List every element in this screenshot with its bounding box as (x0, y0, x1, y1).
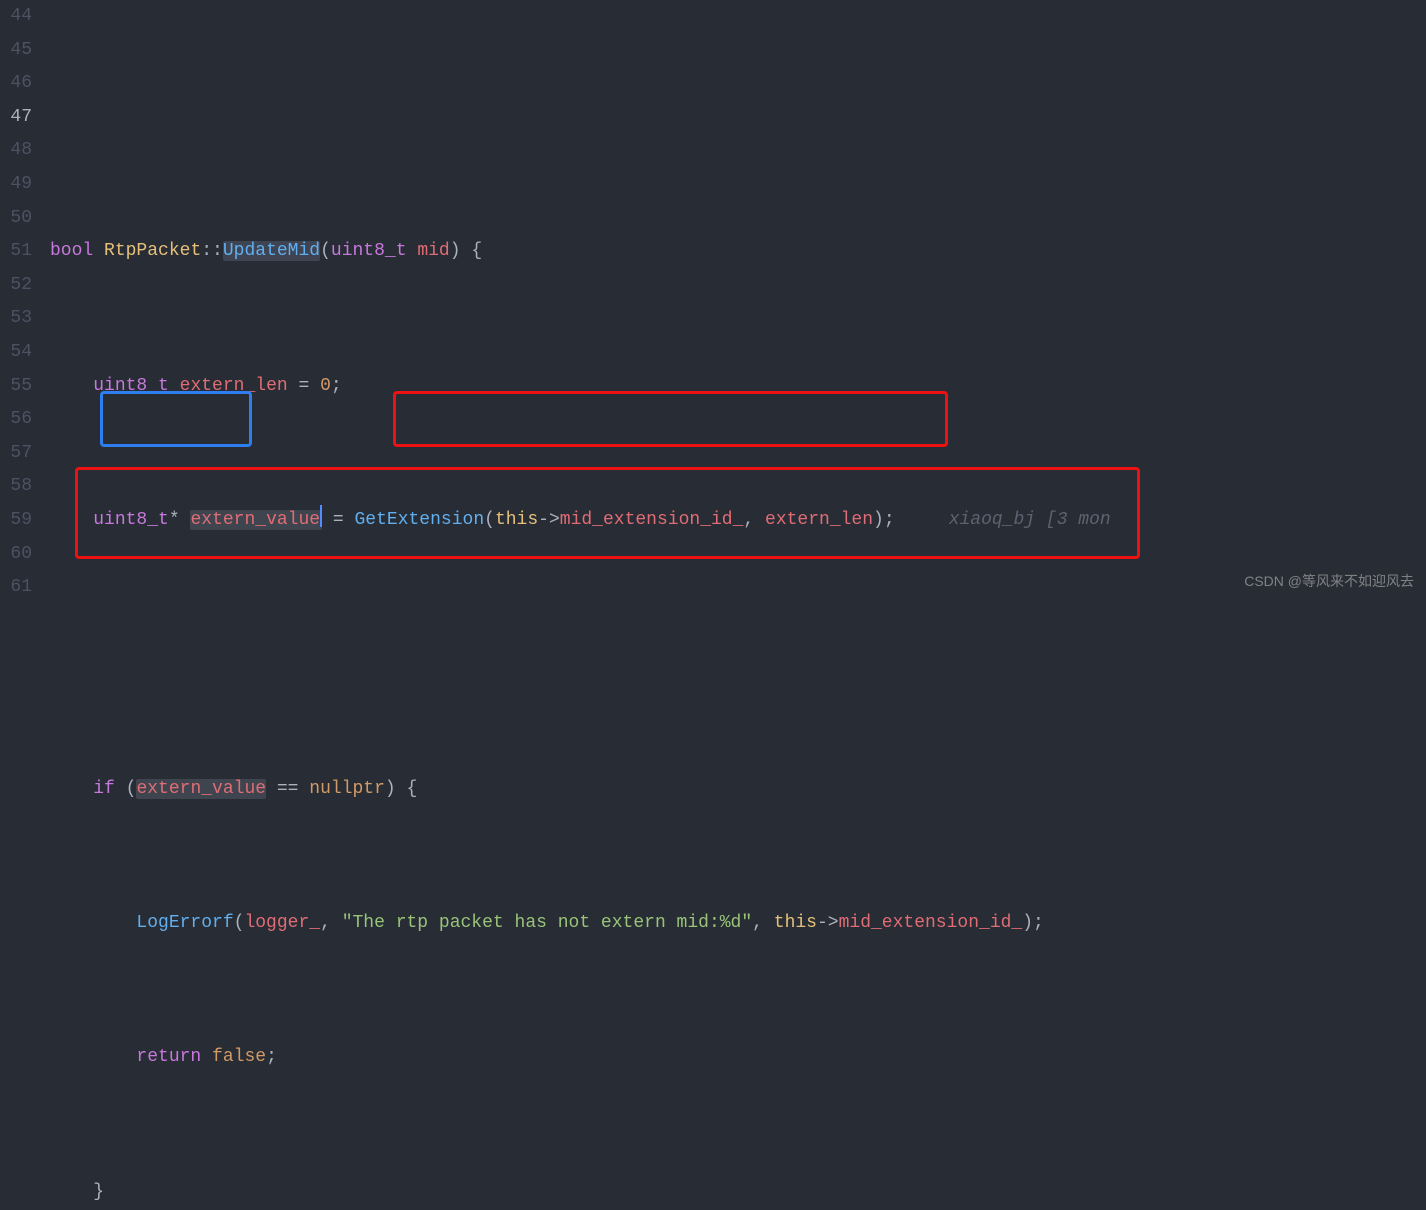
line-number: 49 (0, 168, 32, 202)
line-number: 57 (0, 437, 32, 471)
line-number: 60 (0, 538, 32, 572)
line-number: 45 (0, 34, 32, 68)
git-blame-annotation: xiaoq_bj [3 mon (949, 510, 1111, 530)
code-line (50, 638, 1426, 672)
line-number: 53 (0, 302, 32, 336)
code-line: } (50, 1176, 1426, 1210)
line-number: 44 (0, 0, 32, 34)
code-area[interactable]: bool RtpPacket::UpdateMid(uint8_t mid) {… (50, 0, 1426, 605)
line-number: 61 (0, 571, 32, 605)
selected-text: UpdateMid (223, 241, 320, 261)
code-line (50, 101, 1426, 135)
code-editor[interactable]: 44 45 46 47 48 49 50 51 52 53 54 55 56 5… (0, 0, 1426, 605)
line-number-gutter: 44 45 46 47 48 49 50 51 52 53 54 55 56 5… (0, 0, 50, 605)
code-line: LogErrorf(logger_, "The rtp packet has n… (50, 907, 1426, 941)
line-number: 50 (0, 202, 32, 236)
line-number: 48 (0, 134, 32, 168)
line-number-current: 47 (0, 101, 32, 135)
highlighted-word: extern_value (190, 510, 322, 530)
line-number: 54 (0, 336, 32, 370)
code-line: uint8_t extern_len = 0; (50, 370, 1426, 404)
line-number: 51 (0, 235, 32, 269)
line-number: 56 (0, 403, 32, 437)
line-number: 52 (0, 269, 32, 303)
line-number: 46 (0, 67, 32, 101)
highlighted-word: extern_value (136, 779, 266, 799)
line-number: 58 (0, 470, 32, 504)
code-line-current: uint8_t* extern_value = GetExtension(thi… (50, 504, 1426, 538)
code-line: if (extern_value == nullptr) { (50, 773, 1426, 807)
line-number: 59 (0, 504, 32, 538)
code-line: return false; (50, 1041, 1426, 1075)
line-number: 55 (0, 370, 32, 404)
watermark-text: CSDN @等风来不如迎风去 (1244, 565, 1414, 599)
code-line: bool RtpPacket::UpdateMid(uint8_t mid) { (50, 235, 1426, 269)
